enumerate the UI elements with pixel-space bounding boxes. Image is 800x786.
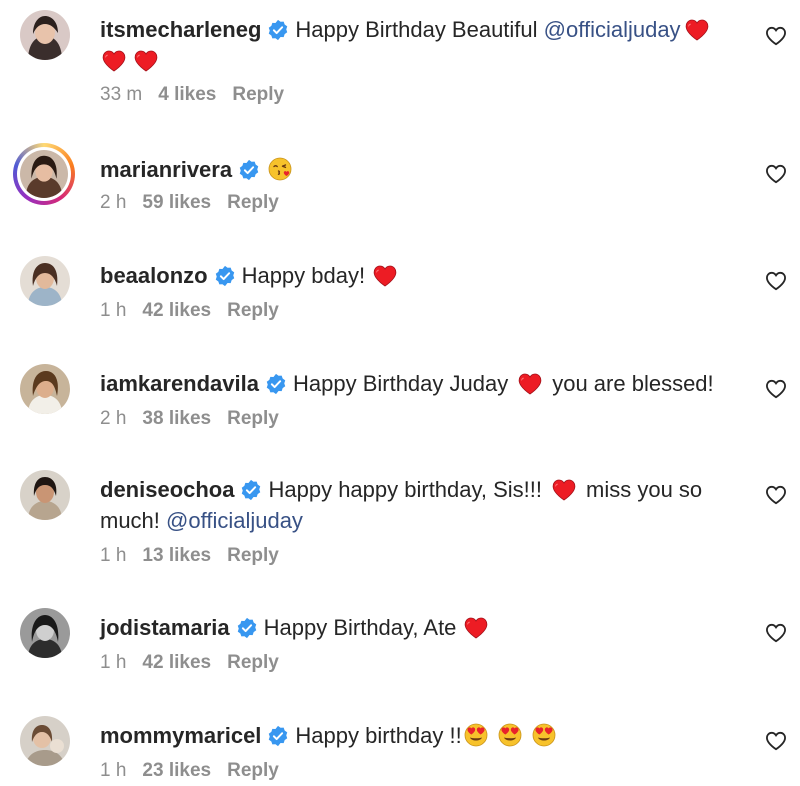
username[interactable]: mommymaricel (100, 723, 261, 748)
likes-count[interactable]: 13 likes (142, 545, 211, 566)
username[interactable]: beaalonzo (100, 263, 208, 288)
avatar[interactable] (20, 364, 70, 414)
comment-body: deniseochoa Happy happy birthday, Sis!!! m… (100, 474, 740, 536)
like-heart-outline-icon[interactable] (765, 485, 787, 505)
avatar[interactable] (20, 256, 70, 306)
reply-button[interactable]: Reply (227, 545, 279, 566)
heart-icon (685, 19, 709, 41)
heart-icon (134, 50, 158, 72)
reply-button[interactable]: Reply (227, 652, 279, 673)
heart-icon (518, 373, 542, 395)
verified-badge-icon (214, 265, 236, 287)
comment-text: Happy Birthday Juday (292, 371, 509, 396)
like-heart-outline-icon[interactable] (765, 26, 787, 46)
heart-icon (373, 265, 397, 287)
verified-badge-icon (267, 19, 289, 41)
heart-eyes-emoji (498, 723, 522, 747)
timestamp: 1 h (100, 760, 127, 781)
timestamp: 1 h (100, 300, 127, 321)
comment-meta: 2 h 59 likes Reply (100, 192, 279, 214)
likes-count[interactable]: 4 likes (158, 84, 216, 105)
avatar[interactable] (20, 470, 70, 520)
heart-eyes-emoji (464, 723, 488, 747)
likes-count[interactable]: 42 likes (142, 652, 211, 673)
comment-meta: 1 h 42 likes Reply (100, 652, 279, 674)
comment-meta: 1 h 23 likes Reply (100, 760, 279, 782)
likes-count[interactable]: 38 likes (142, 408, 211, 429)
like-heart-outline-icon[interactable] (765, 379, 787, 399)
verified-badge-icon (238, 159, 260, 181)
like-heart-outline-icon[interactable] (765, 623, 787, 643)
story-ring-avatar[interactable] (13, 143, 75, 205)
avatar (20, 150, 68, 198)
mention-link[interactable]: @officialjuday (166, 508, 303, 533)
comment-meta: 1 h 42 likes Reply (100, 300, 279, 322)
comment-text: Happy happy birthday, Sis!!! (268, 477, 543, 502)
face-blowing-kiss-emoji (268, 157, 292, 181)
timestamp: 33 m (100, 84, 143, 105)
heart-icon (464, 617, 488, 639)
avatar[interactable] (20, 608, 70, 658)
comment-text: Happy Birthday Beautiful (295, 17, 538, 42)
reply-button[interactable]: Reply (227, 192, 279, 213)
like-heart-outline-icon[interactable] (765, 164, 787, 184)
timestamp: 1 h (100, 652, 127, 673)
comment-body: itsmecharleneg Happy Birthday Beautiful @… (100, 14, 740, 76)
avatar[interactable] (20, 716, 70, 766)
likes-count[interactable]: 59 likes (142, 192, 211, 213)
comment-body: jodistamaria Happy Birthday, Ate (100, 612, 740, 643)
comment-text: Happy Birthday, Ate (263, 615, 457, 640)
username[interactable]: marianrivera (100, 157, 232, 182)
comment-body: marianrivera (100, 154, 740, 185)
comment-body: mommymaricel Happy birthday !! (100, 720, 740, 751)
reply-button[interactable]: Reply (227, 300, 279, 321)
comments-list: itsmecharleneg Happy Birthday Beautiful @… (0, 0, 800, 786)
heart-icon (552, 479, 576, 501)
avatar[interactable] (20, 10, 70, 60)
verified-badge-icon (265, 373, 287, 395)
timestamp: 2 h (100, 192, 127, 213)
username[interactable]: deniseochoa (100, 477, 234, 502)
likes-count[interactable]: 42 likes (142, 300, 211, 321)
reply-button[interactable]: Reply (227, 760, 279, 781)
timestamp: 2 h (100, 408, 127, 429)
heart-icon (102, 50, 126, 72)
comment-meta: 33 m 4 likes Reply (100, 84, 284, 106)
like-heart-outline-icon[interactable] (765, 731, 787, 751)
verified-badge-icon (240, 479, 262, 501)
verified-badge-icon (236, 617, 258, 639)
comment-text: Happy bday! (241, 263, 366, 288)
likes-count[interactable]: 23 likes (142, 760, 211, 781)
verified-badge-icon (267, 725, 289, 747)
comment-meta: 1 h 13 likes Reply (100, 545, 279, 567)
reply-button[interactable]: Reply (227, 408, 279, 429)
comment-body: beaalonzo Happy bday! (100, 260, 740, 291)
username[interactable]: itsmecharleneg (100, 17, 261, 42)
comment-text: you are blessed! (552, 371, 714, 396)
reply-button[interactable]: Reply (232, 84, 284, 105)
username[interactable]: jodistamaria (100, 615, 230, 640)
comment-body: iamkarendavila Happy Birthday Juday you ar… (100, 368, 740, 399)
username[interactable]: iamkarendavila (100, 371, 259, 396)
comment-meta: 2 h 38 likes Reply (100, 408, 279, 430)
heart-eyes-emoji (532, 723, 556, 747)
comment-text: Happy birthday !! (295, 723, 462, 748)
mention-link[interactable]: @officialjuday (544, 17, 681, 42)
timestamp: 1 h (100, 545, 127, 566)
like-heart-outline-icon[interactable] (765, 271, 787, 291)
